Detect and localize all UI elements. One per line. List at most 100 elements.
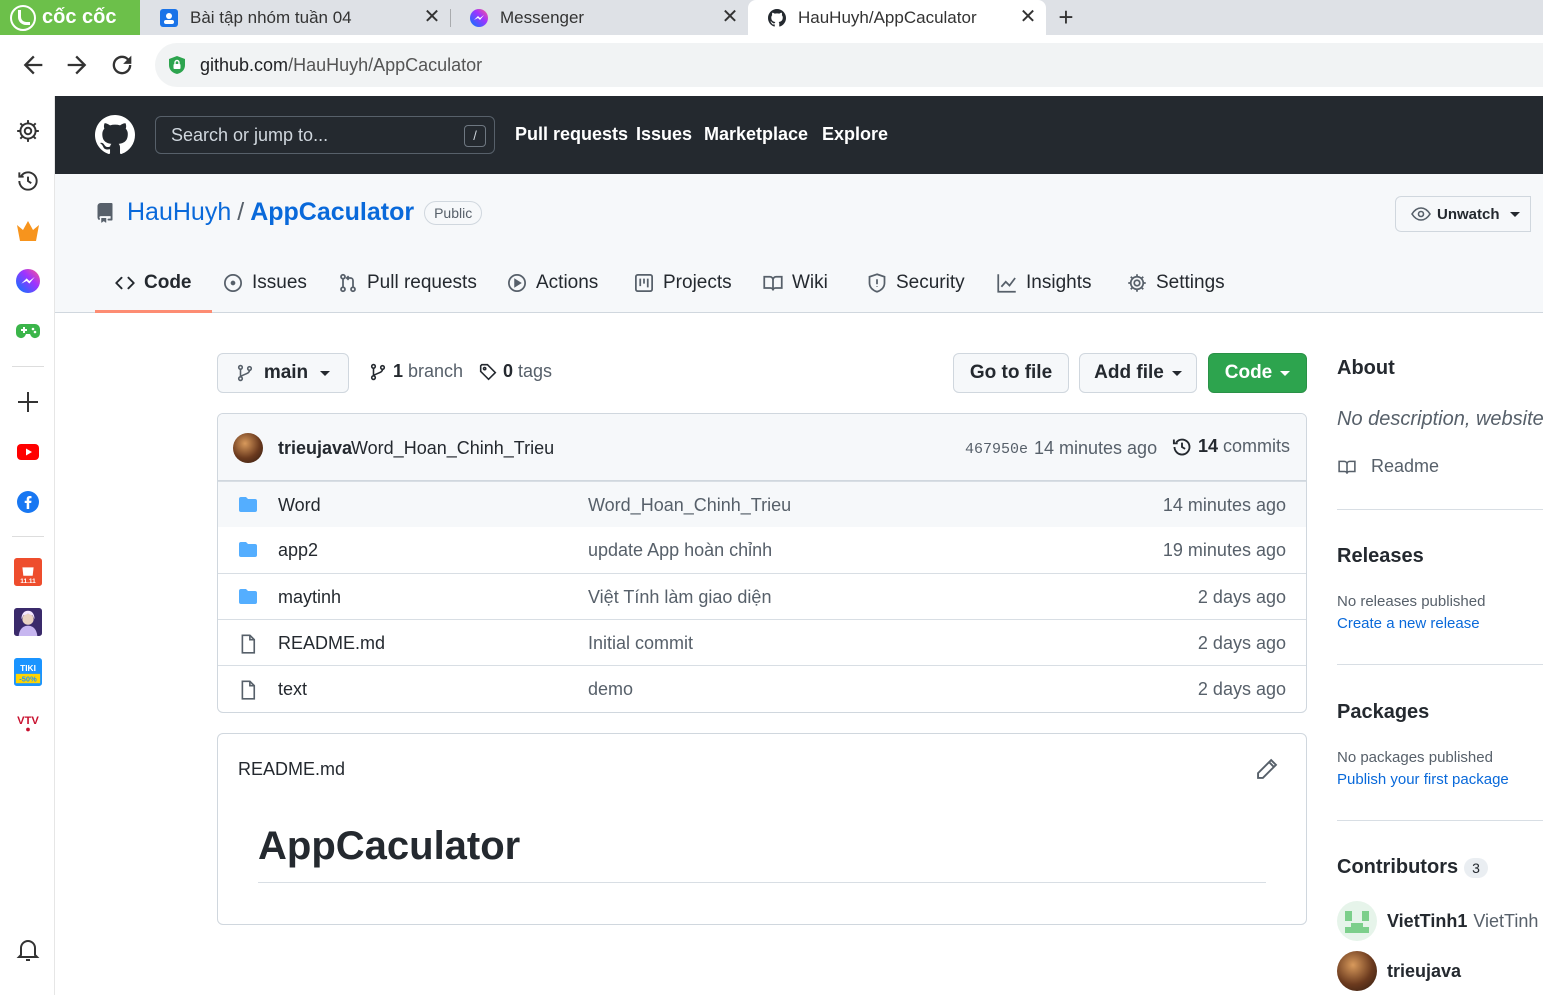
tab-pull-requests[interactable]: Pull requests xyxy=(338,266,477,313)
file-name-link[interactable]: app2 xyxy=(278,540,318,561)
facebook-icon[interactable] xyxy=(14,488,42,516)
file-age: 19 minutes ago xyxy=(1162,540,1286,560)
nav-marketplace[interactable]: Marketplace xyxy=(704,124,808,145)
repo-header: HauHuyh / AppCaculator Public Unwatch Co… xyxy=(55,174,1543,313)
github-logo-icon[interactable] xyxy=(95,115,135,155)
new-tab-button[interactable]: + xyxy=(1054,4,1078,30)
tab-label: Code xyxy=(144,272,192,293)
commit-label: commits xyxy=(1223,436,1291,456)
file-commit-link[interactable]: Initial commit xyxy=(588,633,693,654)
file-commit-link[interactable]: update App hoàn chỉnh xyxy=(588,540,772,561)
search-shortcut-key: / xyxy=(464,125,486,147)
browser-brand[interactable]: cốc cốc xyxy=(0,0,140,35)
contributor-item[interactable]: trieujava xyxy=(1337,951,1467,991)
table-row[interactable]: Word Word_Hoan_Chinh_Trieu 14 minutes ag… xyxy=(218,481,1306,527)
unwatch-button[interactable]: Unwatch xyxy=(1395,196,1531,232)
close-icon[interactable]: ✕ xyxy=(422,7,442,27)
tab-settings[interactable]: Settings xyxy=(1127,266,1225,313)
latest-commit-bar: trieujava Word_Hoan_Chinh_Trieu 467950e … xyxy=(218,414,1306,481)
releases-title[interactable]: Releases xyxy=(1337,545,1424,568)
commits-link[interactable]: 14 commits xyxy=(1172,436,1290,457)
tag-label: tags xyxy=(518,361,553,381)
tab-title: Messenger xyxy=(500,7,585,27)
readme-link-label: Readme xyxy=(1371,456,1440,476)
plus-icon[interactable] xyxy=(14,388,42,416)
address-bar[interactable]: github.com/HauHuyh/AppCaculator xyxy=(155,43,1543,87)
tab-code[interactable]: Code xyxy=(95,266,212,313)
browser-tab-github[interactable]: HauHuyh/AppCaculator ✕ xyxy=(748,0,1046,35)
project-icon xyxy=(634,273,654,293)
history-icon[interactable] xyxy=(14,167,42,195)
tags-link[interactable]: 0 tags xyxy=(479,361,552,382)
tab-security[interactable]: Security xyxy=(867,266,965,313)
table-row[interactable]: maytinh Việt Tính làm giao diện 2 days a… xyxy=(218,573,1306,619)
readme-panel: README.md AppCaculator xyxy=(217,733,1307,925)
visibility-badge: Public xyxy=(424,200,483,225)
add-file-button[interactable]: Add file xyxy=(1079,353,1197,393)
chevron-down-icon xyxy=(1280,370,1291,376)
tab-issues[interactable]: Issues xyxy=(223,266,307,313)
contributors-title[interactable]: Contributors 3 xyxy=(1337,856,1488,879)
code-button[interactable]: Code xyxy=(1208,353,1307,393)
file-name-link[interactable]: maytinh xyxy=(278,587,341,608)
file-name-link[interactable]: text xyxy=(278,679,307,700)
tab-actions[interactable]: Actions xyxy=(507,266,598,313)
file-commit-link[interactable]: Việt Tính làm giao diện xyxy=(588,587,771,608)
browser-tab-classroom[interactable]: Bài tập nhóm tuần 04 ✕ xyxy=(140,0,450,35)
close-icon[interactable]: ✕ xyxy=(1018,7,1038,27)
bell-icon[interactable] xyxy=(14,936,42,964)
create-release-link[interactable]: Create a new release xyxy=(1337,615,1480,632)
repo-name-link[interactable]: AppCaculator xyxy=(250,198,414,227)
readme-link[interactable]: Readme xyxy=(1337,456,1439,477)
shopee-icon[interactable]: 11.11 xyxy=(14,558,42,586)
commit-sha-link[interactable]: 467950e xyxy=(965,441,1028,458)
go-to-file-button[interactable]: Go to file xyxy=(953,353,1069,393)
pencil-icon[interactable] xyxy=(1256,758,1278,780)
github-search-input[interactable]: Search or jump to... / xyxy=(155,116,495,154)
game-avatar-icon[interactable] xyxy=(14,608,42,636)
code-button-label: Code xyxy=(1224,362,1273,383)
file-commit-link[interactable]: demo xyxy=(588,679,633,700)
table-row[interactable]: text demo 2 days ago xyxy=(218,665,1306,711)
tiki-icon[interactable]: TIKI -50% xyxy=(14,658,42,686)
contributor-item[interactable]: VietTinh1 VietTinh xyxy=(1337,901,1538,941)
table-row[interactable]: app2 update App hoàn chỉnh 19 minutes ag… xyxy=(218,527,1306,573)
nav-explore[interactable]: Explore xyxy=(822,124,888,145)
vtv-icon[interactable]: VTV xyxy=(14,708,42,736)
pull-request-icon xyxy=(338,273,358,293)
browser-toolbar: github.com/HauHuyh/AppCaculator xyxy=(0,35,1543,96)
commit-author-link[interactable]: trieujava xyxy=(278,438,352,459)
close-icon[interactable]: ✕ xyxy=(720,7,740,27)
gamepad-icon[interactable] xyxy=(14,317,42,345)
svg-text:TIKI: TIKI xyxy=(20,663,36,673)
tab-label: Wiki xyxy=(792,272,828,293)
tab-insights[interactable]: Insights xyxy=(997,266,1091,313)
publish-package-link[interactable]: Publish your first package xyxy=(1337,771,1509,788)
about-description: No description, website, xyxy=(1337,408,1543,430)
nav-issues[interactable]: Issues xyxy=(636,124,692,145)
file-commit-link[interactable]: Word_Hoan_Chinh_Trieu xyxy=(588,495,791,516)
gear-icon[interactable] xyxy=(14,117,42,145)
tab-label: Issues xyxy=(252,272,307,293)
messenger-icon[interactable] xyxy=(14,267,42,295)
nav-pull-requests[interactable]: Pull requests xyxy=(515,124,628,145)
tab-wiki[interactable]: Wiki xyxy=(763,266,828,313)
forward-icon[interactable] xyxy=(63,51,91,79)
youtube-icon[interactable] xyxy=(14,438,42,466)
branches-link[interactable]: 1 branch xyxy=(369,361,463,382)
packages-title[interactable]: Packages xyxy=(1337,701,1429,724)
tab-label: Projects xyxy=(663,272,732,293)
file-name-link[interactable]: README.md xyxy=(278,633,385,654)
branch-select-button[interactable]: main xyxy=(217,353,349,393)
tab-projects[interactable]: Projects xyxy=(634,266,732,313)
crown-icon[interactable] xyxy=(14,217,42,245)
commit-message-link[interactable]: Word_Hoan_Chinh_Trieu xyxy=(351,438,554,459)
back-icon[interactable] xyxy=(19,51,47,79)
browser-tab-messenger[interactable]: Messenger ✕ xyxy=(450,0,748,35)
table-row[interactable]: README.md Initial commit 2 days ago xyxy=(218,619,1306,665)
avatar[interactable] xyxy=(233,433,263,463)
github-icon xyxy=(768,8,786,27)
file-name-link[interactable]: Word xyxy=(278,495,321,516)
repo-owner-link[interactable]: HauHuyh xyxy=(127,198,231,227)
reload-icon[interactable] xyxy=(108,51,136,79)
